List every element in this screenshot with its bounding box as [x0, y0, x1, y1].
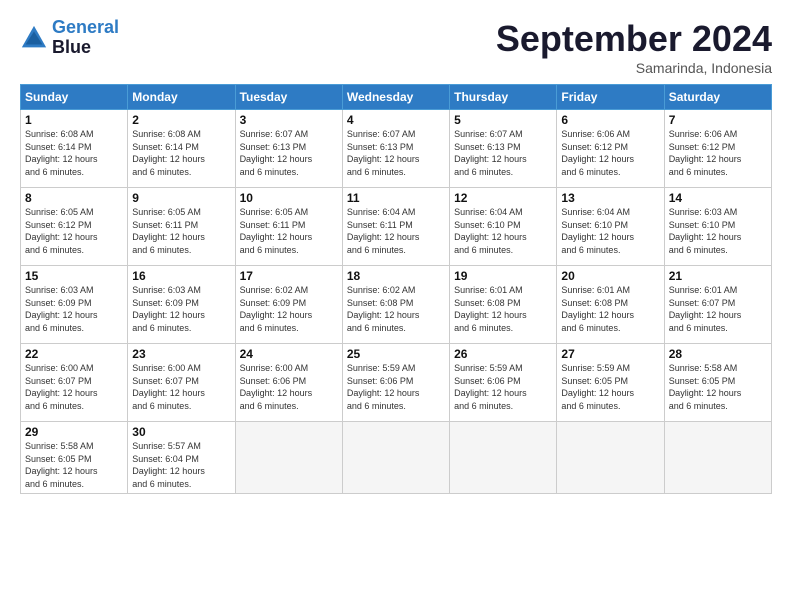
list-item: [342, 422, 449, 494]
list-item: 5 Sunrise: 6:07 AMSunset: 6:13 PMDayligh…: [450, 110, 557, 188]
list-item: 12 Sunrise: 6:04 AMSunset: 6:10 PMDaylig…: [450, 188, 557, 266]
list-item: [450, 422, 557, 494]
list-item: [664, 422, 771, 494]
list-item: 26 Sunrise: 5:59 AMSunset: 6:06 PMDaylig…: [450, 344, 557, 422]
list-item: 18 Sunrise: 6:02 AMSunset: 6:08 PMDaylig…: [342, 266, 449, 344]
page-container: General Blue September 2024 Samarinda, I…: [0, 0, 792, 504]
col-tuesday: Tuesday: [235, 85, 342, 110]
list-item: 22 Sunrise: 6:00 AMSunset: 6:07 PMDaylig…: [21, 344, 128, 422]
list-item: 1 Sunrise: 6:08 AMSunset: 6:14 PMDayligh…: [21, 110, 128, 188]
logo-text: General Blue: [52, 18, 119, 58]
list-item: 3 Sunrise: 6:07 AMSunset: 6:13 PMDayligh…: [235, 110, 342, 188]
logo-icon: [20, 24, 48, 52]
calendar-header-row: Sunday Monday Tuesday Wednesday Thursday…: [21, 85, 772, 110]
location-subtitle: Samarinda, Indonesia: [496, 60, 772, 76]
list-item: 23 Sunrise: 6:00 AMSunset: 6:07 PMDaylig…: [128, 344, 235, 422]
month-title: September 2024: [496, 18, 772, 60]
list-item: 4 Sunrise: 6:07 AMSunset: 6:13 PMDayligh…: [342, 110, 449, 188]
list-item: 6 Sunrise: 6:06 AMSunset: 6:12 PMDayligh…: [557, 110, 664, 188]
table-row: 1 Sunrise: 6:08 AMSunset: 6:14 PMDayligh…: [21, 110, 772, 188]
list-item: 19 Sunrise: 6:01 AMSunset: 6:08 PMDaylig…: [450, 266, 557, 344]
col-thursday: Thursday: [450, 85, 557, 110]
list-item: 14 Sunrise: 6:03 AMSunset: 6:10 PMDaylig…: [664, 188, 771, 266]
list-item: 7 Sunrise: 6:06 AMSunset: 6:12 PMDayligh…: [664, 110, 771, 188]
logo: General Blue: [20, 18, 119, 58]
list-item: 29 Sunrise: 5:58 AMSunset: 6:05 PMDaylig…: [21, 422, 128, 494]
table-row: 22 Sunrise: 6:00 AMSunset: 6:07 PMDaylig…: [21, 344, 772, 422]
list-item: 16 Sunrise: 6:03 AMSunset: 6:09 PMDaylig…: [128, 266, 235, 344]
list-item: 24 Sunrise: 6:00 AMSunset: 6:06 PMDaylig…: [235, 344, 342, 422]
list-item: [235, 422, 342, 494]
col-monday: Monday: [128, 85, 235, 110]
col-saturday: Saturday: [664, 85, 771, 110]
col-wednesday: Wednesday: [342, 85, 449, 110]
list-item: 30 Sunrise: 5:57 AMSunset: 6:04 PMDaylig…: [128, 422, 235, 494]
list-item: 10 Sunrise: 6:05 AMSunset: 6:11 PMDaylig…: [235, 188, 342, 266]
header: General Blue September 2024 Samarinda, I…: [20, 18, 772, 76]
list-item: 15 Sunrise: 6:03 AMSunset: 6:09 PMDaylig…: [21, 266, 128, 344]
table-row: 29 Sunrise: 5:58 AMSunset: 6:05 PMDaylig…: [21, 422, 772, 494]
table-row: 8 Sunrise: 6:05 AMSunset: 6:12 PMDayligh…: [21, 188, 772, 266]
list-item: 27 Sunrise: 5:59 AMSunset: 6:05 PMDaylig…: [557, 344, 664, 422]
list-item: 20 Sunrise: 6:01 AMSunset: 6:08 PMDaylig…: [557, 266, 664, 344]
calendar-table: Sunday Monday Tuesday Wednesday Thursday…: [20, 84, 772, 494]
list-item: 9 Sunrise: 6:05 AMSunset: 6:11 PMDayligh…: [128, 188, 235, 266]
title-area: September 2024 Samarinda, Indonesia: [496, 18, 772, 76]
list-item: 25 Sunrise: 5:59 AMSunset: 6:06 PMDaylig…: [342, 344, 449, 422]
list-item: [557, 422, 664, 494]
table-row: 15 Sunrise: 6:03 AMSunset: 6:09 PMDaylig…: [21, 266, 772, 344]
list-item: 17 Sunrise: 6:02 AMSunset: 6:09 PMDaylig…: [235, 266, 342, 344]
list-item: 28 Sunrise: 5:58 AMSunset: 6:05 PMDaylig…: [664, 344, 771, 422]
list-item: 2 Sunrise: 6:08 AMSunset: 6:14 PMDayligh…: [128, 110, 235, 188]
col-sunday: Sunday: [21, 85, 128, 110]
list-item: 11 Sunrise: 6:04 AMSunset: 6:11 PMDaylig…: [342, 188, 449, 266]
list-item: 21 Sunrise: 6:01 AMSunset: 6:07 PMDaylig…: [664, 266, 771, 344]
col-friday: Friday: [557, 85, 664, 110]
list-item: 8 Sunrise: 6:05 AMSunset: 6:12 PMDayligh…: [21, 188, 128, 266]
list-item: 13 Sunrise: 6:04 AMSunset: 6:10 PMDaylig…: [557, 188, 664, 266]
